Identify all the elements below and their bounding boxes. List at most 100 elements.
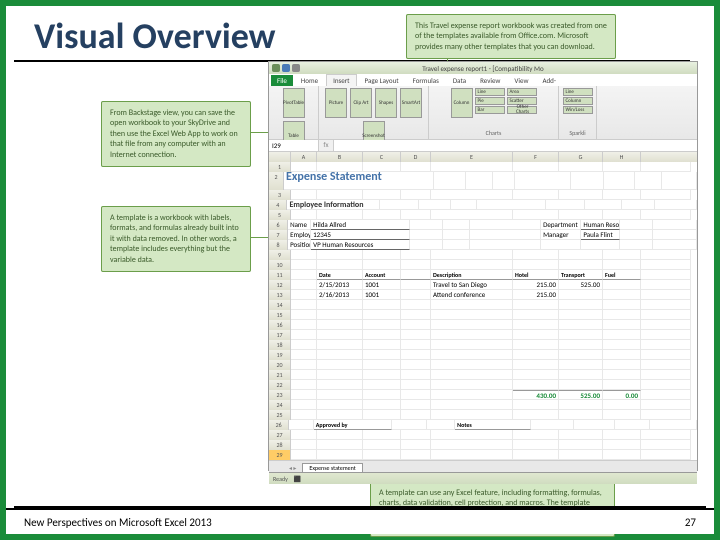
col-header[interactable]: G [559,152,603,162]
column-headers[interactable]: ABCDEFGH [269,152,697,162]
tab-view[interactable]: View [508,75,534,86]
cell[interactable] [470,230,541,240]
cell[interactable]: Attend conference [431,290,513,300]
cell[interactable] [603,370,641,380]
cell[interactable] [641,300,691,310]
cell[interactable] [291,190,317,200]
cell[interactable] [317,260,363,270]
cell[interactable] [317,340,363,350]
cell[interactable] [363,390,401,400]
cell[interactable] [401,250,431,260]
cell[interactable] [641,410,691,420]
cell[interactable] [431,360,513,370]
cell[interactable] [291,450,317,460]
cell[interactable] [603,320,641,330]
record-macro-icon[interactable]: ⬛ [294,475,301,483]
cell[interactable] [641,430,691,440]
tab-page-layout[interactable]: Page Layout [359,75,405,86]
tab-addins[interactable]: Add- [536,75,562,86]
row-header[interactable]: 29 [269,450,291,460]
grid[interactable]: 12Expense Statement34Employee Informatio… [269,162,697,460]
cell[interactable]: VP Human Resources [311,240,410,250]
cell[interactable] [513,340,559,350]
cell[interactable] [363,260,401,270]
cell[interactable]: 2/16/2013 [317,290,363,300]
cell[interactable]: Transport [559,270,603,280]
cell[interactable] [443,230,470,240]
cell[interactable] [622,200,654,210]
cell[interactable]: Employee Information [287,200,379,210]
cell[interactable] [513,190,559,200]
cell[interactable]: Human Resources [581,220,620,230]
cell[interactable] [317,410,363,420]
sheet-tabs[interactable]: ◂ ▸ Expense statement [269,460,697,472]
cell[interactable] [291,440,317,450]
cell[interactable] [291,162,317,172]
cell[interactable] [653,220,697,230]
col-header[interactable]: A [291,152,317,162]
row-header[interactable]: 12 [269,280,291,290]
cell[interactable] [401,400,431,410]
cell[interactable] [291,410,317,420]
cell[interactable] [620,230,653,240]
cell[interactable]: Position [288,240,311,250]
cell[interactable] [641,350,691,360]
cell[interactable] [641,290,691,300]
cell[interactable] [401,370,431,380]
cell[interactable] [513,162,559,172]
cell[interactable] [363,430,401,440]
cell[interactable] [470,220,541,230]
cell[interactable] [585,200,622,210]
cell[interactable] [641,270,691,280]
cell[interactable] [363,450,401,460]
cell[interactable]: 215.00 [513,290,559,300]
cell[interactable] [363,310,401,320]
row-header[interactable]: 27 [269,430,291,440]
cell[interactable]: 215.00 [513,280,559,290]
cell[interactable] [603,350,641,360]
cell[interactable]: Fuel [603,270,641,280]
cell[interactable] [603,190,641,200]
cell[interactable] [431,210,513,220]
cell[interactable] [559,320,603,330]
cell[interactable] [431,162,513,172]
col-header[interactable]: C [363,152,401,162]
cell[interactable]: Hilda Allred [311,220,410,230]
row-header[interactable]: 22 [269,380,291,390]
fx-icon[interactable]: fx [319,140,333,151]
row-header[interactable]: 26 [269,420,289,430]
cell[interactable] [410,230,443,240]
picture-button[interactable]: Picture [325,88,347,118]
cell[interactable] [513,370,559,380]
cell[interactable]: 525.00 [559,390,603,400]
cell[interactable] [513,430,559,440]
col-header[interactable]: F [513,152,559,162]
cell[interactable] [603,450,641,460]
cell[interactable] [317,360,363,370]
cell[interactable] [431,340,513,350]
tab-file[interactable]: File [271,75,293,86]
cell[interactable] [574,420,615,430]
row-header[interactable]: 25 [269,410,291,420]
cell[interactable] [291,280,317,290]
cell[interactable] [431,330,513,340]
cell[interactable] [603,280,641,290]
cell[interactable] [291,430,317,440]
row-header[interactable]: 9 [269,250,291,260]
cell[interactable] [363,300,401,310]
cell[interactable]: Notes [455,420,531,430]
cell[interactable] [641,440,691,450]
cell[interactable] [515,172,571,190]
row-header[interactable]: 10 [269,260,291,270]
clipart-button[interactable]: Clip Art [350,88,372,118]
quick-access-toolbar[interactable] [272,64,300,72]
col-header[interactable]: B [317,152,363,162]
cell[interactable] [513,450,559,460]
row-header[interactable]: 6 [269,220,288,230]
cell[interactable] [363,410,401,420]
cell[interactable] [641,162,691,172]
cell[interactable] [363,380,401,390]
cell[interactable] [291,380,317,390]
cell[interactable] [291,360,317,370]
cell[interactable] [401,360,431,370]
